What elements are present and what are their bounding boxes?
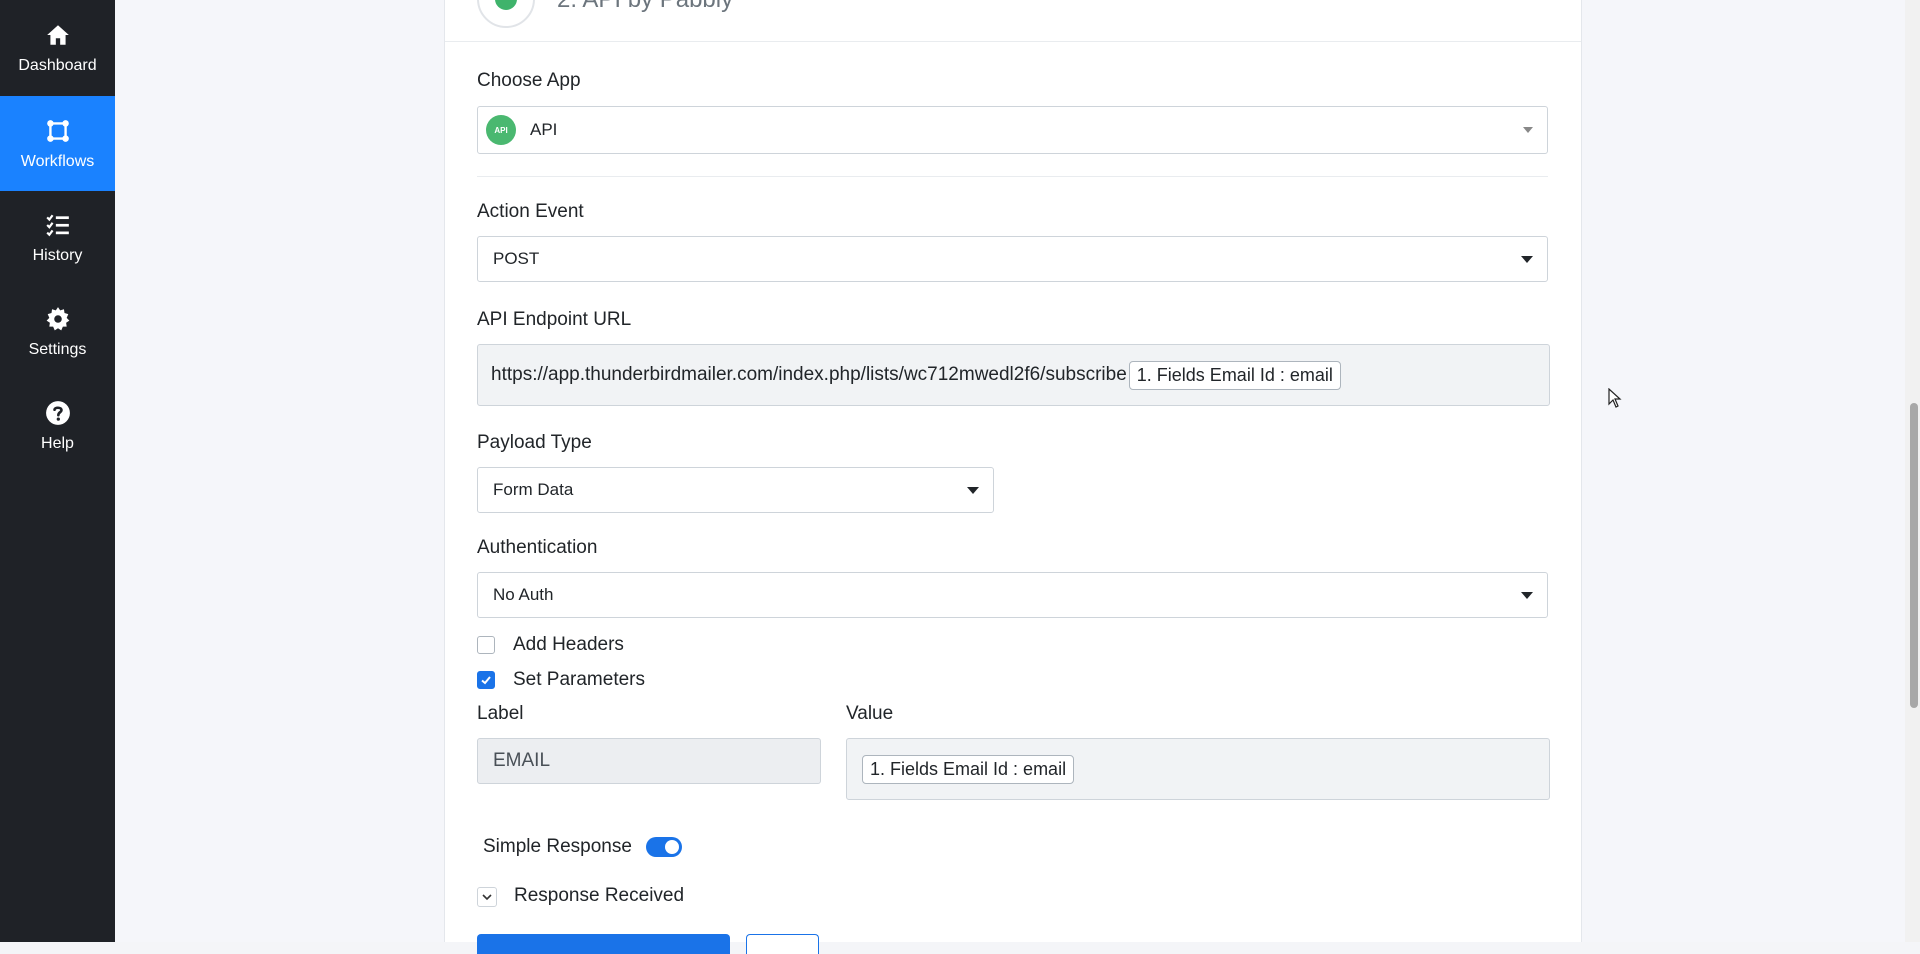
param-value-field[interactable]: 1. Fields Email Id : email — [846, 738, 1550, 800]
set-parameters-label: Set Parameters — [513, 669, 645, 690]
sidebar-item-label: Settings — [28, 340, 87, 358]
sidebar-item-help[interactable]: Help — [0, 378, 115, 473]
sidebar-item-label: Dashboard — [18, 56, 97, 74]
secondary-button[interactable] — [746, 934, 819, 954]
payload-type-value: Form Data — [493, 480, 574, 499]
chevron-down-icon — [967, 487, 979, 494]
action-event-value: POST — [493, 249, 540, 268]
field-token[interactable]: 1. Fields Email Id : email — [862, 754, 1075, 784]
simple-response-label: Simple Response — [483, 836, 632, 857]
response-received-toggle[interactable] — [477, 887, 497, 907]
response-received-label: Response Received — [514, 885, 685, 906]
chevron-down-icon — [1521, 256, 1533, 263]
app-logo — [477, 0, 535, 28]
save-send-test-button[interactable] — [477, 934, 730, 954]
check-icon — [481, 676, 491, 685]
step-title: 2. API by Pabbly — [557, 0, 733, 14]
authentication-label: Authentication — [477, 537, 598, 558]
payload-type-select[interactable]: Form Data — [477, 467, 994, 513]
choose-app-select[interactable]: API API — [477, 106, 1548, 154]
param-label-value: EMAIL — [493, 750, 551, 771]
field-token[interactable]: 1. Fields Email Id : email — [1128, 360, 1341, 390]
gear-icon — [44, 305, 72, 333]
sidebar-item-label: Help — [41, 434, 74, 452]
sidebar: Dashboard Workflows History Settings Hel… — [0, 0, 115, 942]
param-value-header: Value — [846, 703, 894, 724]
param-label-input[interactable]: EMAIL — [477, 738, 821, 784]
sidebar-item-label: Workflows — [20, 152, 95, 170]
param-label-header: Label — [477, 703, 524, 724]
authentication-select[interactable]: No Auth — [477, 572, 1548, 618]
chevron-down-icon — [1523, 127, 1533, 133]
question-circle-icon — [44, 399, 72, 427]
scrollbar-thumb[interactable] — [1910, 403, 1918, 708]
endpoint-url-field[interactable]: https://app.thunderbirdmailer.com/index.… — [477, 344, 1550, 406]
choose-app-value: API — [530, 120, 558, 139]
checklist-icon — [44, 211, 72, 239]
home-icon — [44, 21, 72, 49]
sidebar-item-settings[interactable]: Settings — [0, 284, 115, 379]
sidebar-item-history[interactable]: History — [0, 190, 115, 285]
choose-app-label: Choose App — [477, 70, 581, 91]
chevron-down-icon — [1521, 592, 1533, 599]
add-headers-label: Add Headers — [513, 634, 624, 655]
set-parameters-checkbox[interactable] — [477, 671, 495, 689]
endpoint-label: API Endpoint URL — [477, 309, 632, 330]
step-header: 2. API by Pabbly — [445, 0, 1581, 42]
mouse-cursor-icon — [1608, 388, 1622, 408]
chevron-down-icon — [482, 893, 492, 900]
authentication-value: No Auth — [493, 585, 554, 604]
sidebar-item-dashboard[interactable]: Dashboard — [0, 0, 115, 95]
api-app-icon: API — [486, 115, 516, 145]
sidebar-item-label: History — [32, 246, 83, 264]
action-event-select[interactable]: POST — [477, 236, 1548, 282]
action-event-label: Action Event — [477, 201, 584, 222]
payload-type-label: Payload Type — [477, 432, 592, 453]
endpoint-url-text: https://app.thunderbirdmailer.com/index.… — [491, 364, 1127, 385]
sidebar-item-workflows[interactable]: Workflows — [0, 96, 115, 191]
divider — [477, 176, 1548, 177]
workflow-icon — [44, 117, 72, 145]
add-headers-checkbox[interactable] — [477, 636, 495, 654]
simple-response-toggle[interactable] — [646, 837, 682, 857]
